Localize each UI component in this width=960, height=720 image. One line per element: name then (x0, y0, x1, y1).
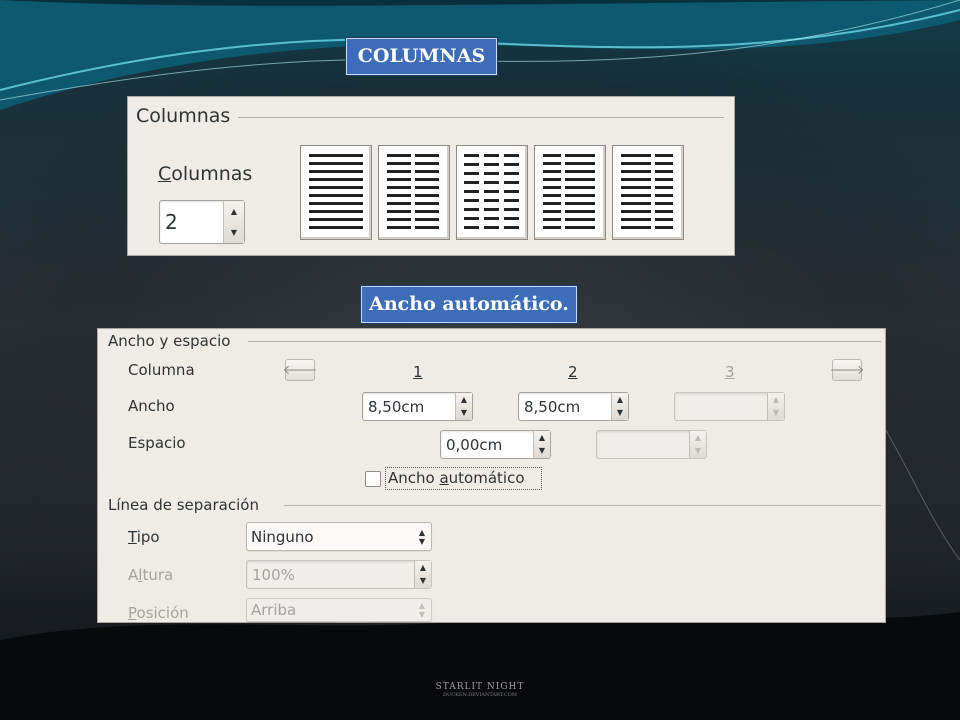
column-number-1: 1 (413, 363, 423, 381)
separator-position-select: Arriba ▲ ▼ (246, 598, 432, 622)
separator-height-label: Altura (128, 566, 174, 584)
width-spacing-group-title: Ancho y espacio (108, 332, 231, 350)
separator-group-title: Línea de separación (108, 496, 259, 514)
column-number-3: 3 (725, 363, 735, 381)
width-row-label: Ancho (128, 397, 175, 415)
spacing-1-value: 0,00cm (446, 435, 503, 454)
columns-count-value: 2 (165, 210, 178, 234)
separator-group-divider (284, 505, 881, 506)
increment-arrow-icon[interactable]: ▲ (224, 201, 244, 222)
spacing-row-label: Espacio (128, 434, 186, 452)
separator-type-label: Tipo (128, 528, 160, 546)
increment-arrow-icon[interactable]: ▲ (534, 431, 550, 445)
column-1-width-spinbox[interactable]: 8,50cm ▲ ▼ (362, 392, 473, 421)
increment-arrow-icon[interactable]: ▲ (612, 393, 628, 407)
columns-group-divider (238, 117, 724, 118)
decrement-arrow-icon[interactable]: ▼ (534, 445, 550, 459)
decrement-arrow-icon: ▼ (772, 408, 780, 418)
increment-arrow-icon: ▲ (772, 394, 780, 404)
column-2-width-value: 8,50cm (524, 397, 581, 416)
column-2-width-spinbox[interactable]: 8,50cm ▲ ▼ (518, 392, 629, 421)
auto-width-label[interactable]: Ancho automático (388, 469, 525, 487)
columns-count-label: Columnas (158, 163, 253, 185)
column-number-2: 2 (568, 363, 578, 381)
columns-count-spinbox[interactable]: 2 ▲ ▼ (159, 200, 245, 244)
width-spacing-panel: Ancho y espacio Columna 🡐 1 2 3 🡒 Ancho … (97, 328, 886, 623)
next-column-button[interactable]: 🡒 (829, 359, 865, 381)
spacing-2-spinbox: ▲ ▼ (596, 430, 707, 459)
prev-column-button[interactable]: 🡐 (282, 359, 318, 381)
separator-type-select[interactable]: Ninguno ▲ ▼ (246, 522, 432, 551)
slide-title-ancho-automatico: Ancho automático. (361, 286, 577, 323)
separator-type-value: Ninguno (251, 527, 314, 546)
column-preset-5-icon[interactable] (612, 145, 684, 240)
increment-arrow-icon: ▲ (419, 562, 427, 572)
column-preset-4-icon[interactable] (534, 145, 606, 240)
column-preset-2-icon[interactable] (378, 145, 450, 240)
decrement-arrow-icon[interactable]: ▼ (612, 407, 628, 421)
arrow-left-icon: 🡐 (282, 363, 318, 378)
width-spacing-group-divider (248, 341, 881, 342)
watermark: STARLIT NIGHT DUCKEN.DEVIANTART.COM (435, 682, 525, 698)
arrow-right-icon: 🡒 (829, 363, 865, 378)
separator-position-label: Posición (128, 604, 189, 622)
column-row-label: Columna (128, 361, 195, 379)
auto-width-checkbox[interactable] (365, 471, 381, 487)
column-1-width-value: 8,50cm (368, 397, 425, 416)
updown-arrows-icon: ▲ ▼ (418, 601, 425, 619)
updown-arrows-icon: ▲ ▼ (418, 527, 425, 546)
decrement-arrow-icon: ▼ (419, 576, 427, 586)
increment-arrow-icon: ▲ (694, 432, 702, 442)
separator-height-value: 100% (252, 565, 295, 584)
separator-position-value: Arriba (251, 601, 297, 619)
decrement-arrow-icon: ▼ (694, 446, 702, 456)
decrement-arrow-icon[interactable]: ▼ (224, 222, 244, 243)
columns-group-title: Columnas (136, 105, 231, 127)
columns-panel: Columnas Columnas 2 ▲ ▼ (127, 96, 735, 256)
slide-title-columnas: COLUMNAS (346, 38, 497, 75)
separator-height-spinbox: 100% ▲ ▼ (246, 560, 432, 589)
column-3-width-spinbox: ▲ ▼ (674, 392, 785, 421)
column-preset-3-icon[interactable] (456, 145, 528, 240)
spacing-1-spinbox[interactable]: 0,00cm ▲ ▼ (440, 430, 551, 459)
column-preset-1-icon[interactable] (300, 145, 372, 240)
increment-arrow-icon[interactable]: ▲ (456, 393, 472, 407)
decrement-arrow-icon[interactable]: ▼ (456, 407, 472, 421)
